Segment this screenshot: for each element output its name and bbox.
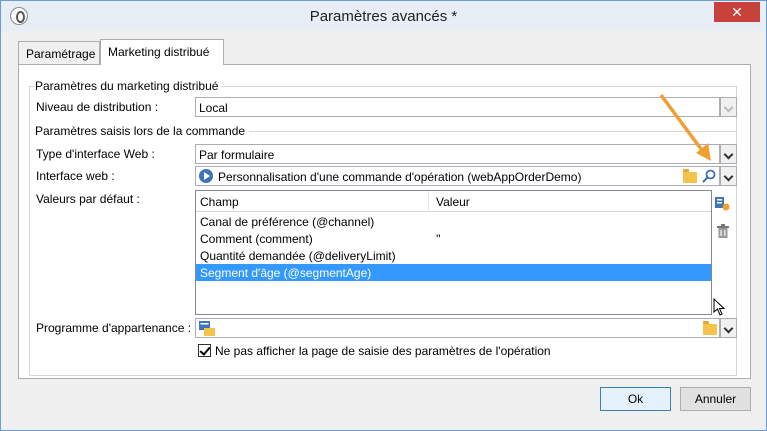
web-app-icon	[199, 169, 213, 183]
distribution-field: Local	[195, 97, 720, 117]
web-interface-field[interactable]: Personnalisation d'une commande d'opérat…	[195, 166, 720, 186]
row-field: Quantité demandée (@deliveryLimit)	[200, 249, 396, 263]
web-interface-dropdown-button[interactable]	[720, 166, 737, 186]
cancel-button[interactable]: Annuler	[680, 387, 751, 411]
close-button[interactable]: ✕	[714, 2, 760, 22]
column-header-valeur[interactable]: Valeur	[436, 195, 470, 209]
search-icon[interactable]	[701, 168, 717, 184]
table-row[interactable]: Quantité demandée (@deliveryLimit)	[196, 247, 711, 264]
web-interface-type-label: Type d'interface Web :	[36, 147, 155, 161]
hide-params-page-label[interactable]: Ne pas afficher la page de saisie des pa…	[215, 344, 551, 358]
column-separator[interactable]	[428, 191, 429, 212]
table-header: Champ Valeur	[196, 191, 711, 212]
table-row[interactable]: Canal de préférence (@channel)	[196, 213, 711, 230]
folder-icon[interactable]	[703, 321, 717, 335]
defaults-label: Valeurs par défaut :	[36, 192, 140, 206]
distribution-dropdown-button	[720, 97, 737, 117]
row-field: Canal de préférence (@channel)	[200, 215, 375, 229]
column-header-champ[interactable]: Champ	[200, 195, 239, 209]
section2-title: Paramètres saisis lors de la commande	[35, 124, 250, 138]
appearance-dropdown-button[interactable]	[720, 318, 737, 338]
mouse-cursor-icon	[713, 298, 726, 316]
tab-marketing-distribue[interactable]: Marketing distribué	[100, 39, 224, 65]
row-field: Comment (comment)	[200, 232, 313, 246]
distribution-value: Local	[199, 101, 228, 115]
appearance-label: Programme d'appartenance :	[36, 321, 192, 335]
window-title: Paramètres avancés *	[309, 8, 458, 25]
web-interface-type-value: Par formulaire	[199, 148, 275, 162]
web-interface-value: Personnalisation d'une commande d'opérat…	[218, 170, 582, 184]
section1-title: Paramètres du marketing distribué	[35, 79, 223, 93]
row-value: ''	[436, 232, 441, 246]
annotation-arrow-icon	[659, 93, 711, 161]
web-interface-label: Interface web :	[36, 169, 115, 183]
program-icon	[199, 321, 215, 336]
title-bar[interactable]: Paramètres avancés * ✕	[1, 1, 766, 31]
defaults-table[interactable]: Champ Valeur Canal de préférence (@chann…	[195, 190, 712, 315]
trash-icon[interactable]	[715, 223, 731, 239]
distribution-label: Niveau de distribution :	[36, 100, 159, 114]
tab-parametrage[interactable]: Paramétrage	[18, 41, 100, 65]
row-field: Segment d'âge (@segmentAge)	[200, 266, 372, 280]
folder-icon[interactable]	[683, 169, 697, 183]
ok-button[interactable]: Ok	[600, 387, 671, 411]
dialog-window: Paramètres avancés * ✕ Paramétrage Marke…	[0, 0, 767, 431]
table-row-selected[interactable]: Segment d'âge (@segmentAge)	[196, 264, 711, 281]
hide-params-page-checkbox[interactable]	[198, 344, 211, 357]
web-interface-type-dropdown-button[interactable]	[720, 144, 737, 164]
appearance-field[interactable]	[195, 318, 720, 338]
table-row[interactable]: Comment (comment) ''	[196, 230, 711, 247]
web-interface-type-select[interactable]: Par formulaire	[195, 144, 720, 164]
add-field-icon[interactable]	[714, 195, 730, 211]
